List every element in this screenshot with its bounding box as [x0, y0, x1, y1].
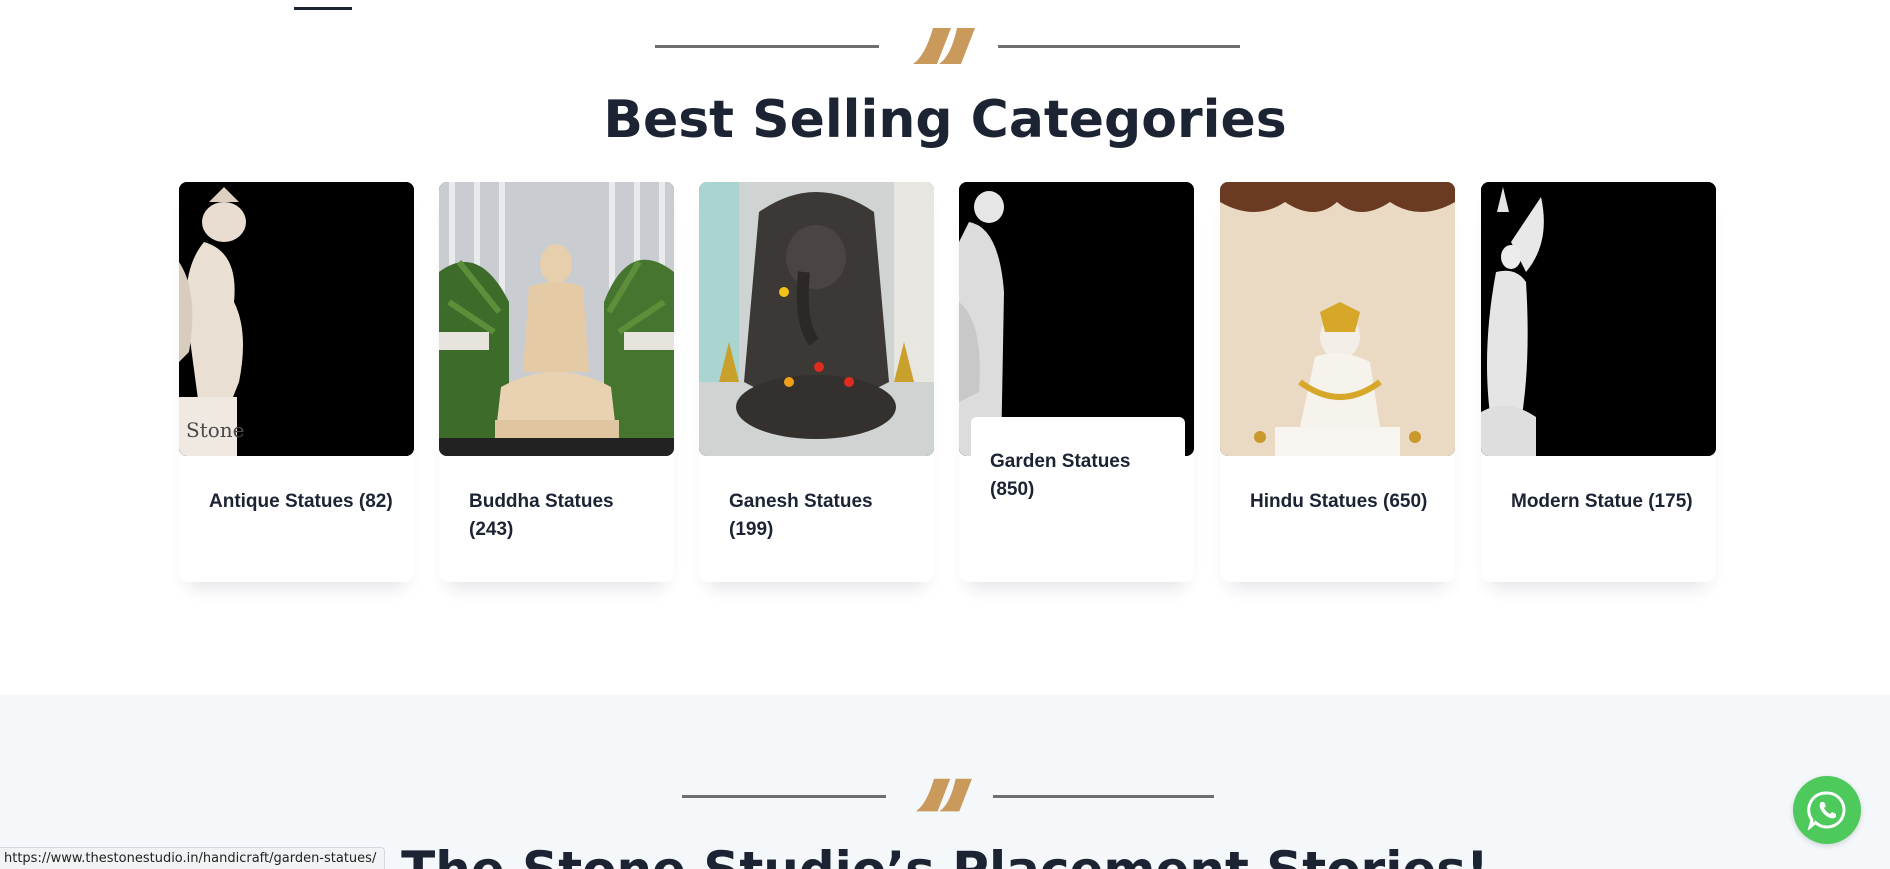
whatsapp-icon	[1807, 791, 1846, 830]
category-card-ganesh[interactable]: Ganesh Statues (199)	[699, 182, 934, 582]
category-card-garden[interactable]: Garden Statues (850)	[959, 182, 1194, 582]
section-title: Best Selling Categories	[603, 90, 1287, 150]
quote-mark-icon	[913, 28, 975, 64]
placement-section: The Stone Studio’s Placement Stories!	[0, 695, 1890, 869]
category-image-hindu[interactable]	[1220, 182, 1455, 456]
category-label[interactable]: Ganesh Statues (199)	[729, 488, 919, 544]
category-label[interactable]: Garden Statues (850)	[990, 448, 1180, 504]
category-image-buddha[interactable]	[439, 182, 674, 456]
svg-text:Stone: Stone	[186, 418, 245, 442]
category-label[interactable]: Antique Statues (82)	[209, 488, 399, 516]
divider-line-left	[655, 45, 879, 48]
category-card-buddha[interactable]: Buddha Statues (243)	[439, 182, 674, 582]
divider-line-left	[682, 795, 886, 798]
category-image-modern[interactable]	[1481, 182, 1716, 456]
category-label[interactable]: Hindu Statues (650)	[1250, 488, 1440, 516]
category-card-antique[interactable]: Stone Antique Statues (82)	[179, 182, 414, 582]
whatsapp-chat-button[interactable]	[1793, 776, 1861, 844]
category-card-modern[interactable]: Modern Statue (175)	[1481, 182, 1716, 582]
category-card-hindu[interactable]: Hindu Statues (650)	[1220, 182, 1455, 582]
divider-line-right	[998, 45, 1240, 48]
category-image-garden[interactable]	[959, 182, 1194, 456]
category-image-ganesh[interactable]	[699, 182, 934, 456]
quote-mark-icon	[915, 778, 972, 812]
section-divider	[0, 775, 1890, 835]
category-label[interactable]: Modern Statue (175)	[1511, 488, 1701, 516]
section-divider	[0, 20, 1890, 80]
category-image-antique[interactable]: Stone	[179, 182, 414, 456]
tab-indicator	[294, 7, 352, 10]
category-carousel: Stone Antique Statues (82) Buddha Statue…	[179, 182, 1717, 582]
browser-status-url: https://www.thestonestudio.in/handicraft…	[0, 847, 386, 869]
category-label[interactable]: Buddha Statues (243)	[469, 488, 659, 544]
divider-line-right	[993, 795, 1214, 798]
